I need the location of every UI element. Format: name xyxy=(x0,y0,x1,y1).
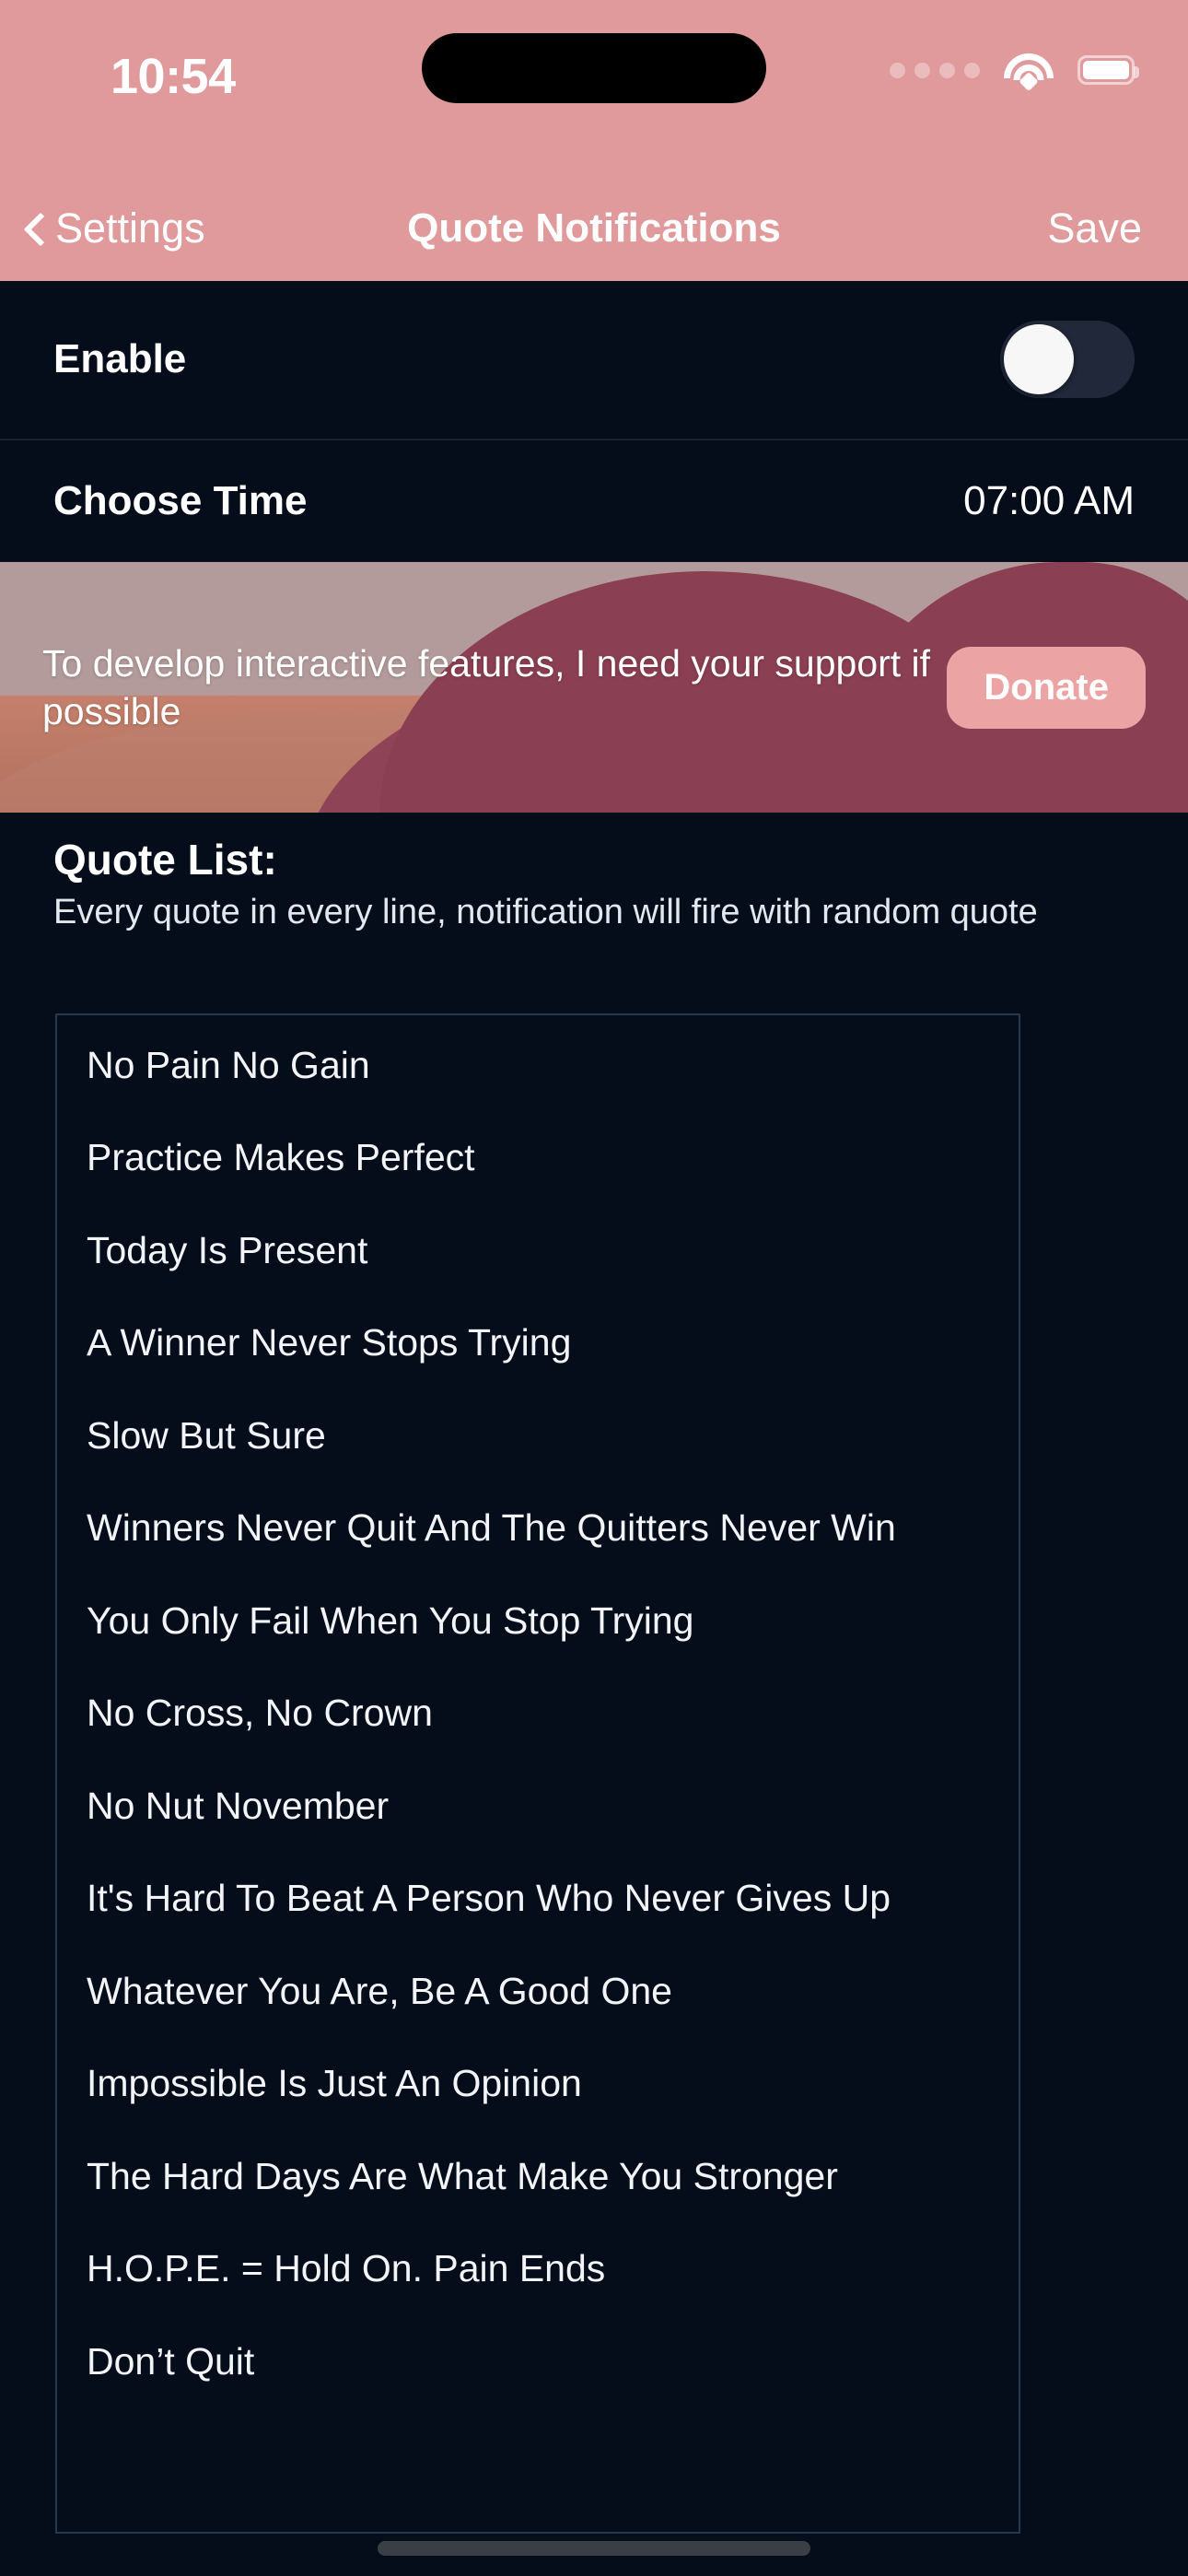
quote-line: Practice Makes Perfect xyxy=(87,1136,475,1179)
dynamic-island xyxy=(422,33,766,103)
quote-line: The Hard Days Are What Make You Stronger xyxy=(87,2154,838,2197)
quote-line: Whatever You Are, Be A Good One xyxy=(87,1969,672,2012)
wifi-icon xyxy=(1004,52,1054,92)
choose-time-label: Choose Time xyxy=(53,478,308,523)
quote-line: Winners Never Quit And The Quitters Neve… xyxy=(87,1506,896,1550)
quote-list-section: Quote List: Every quote in every line, n… xyxy=(0,813,1188,2576)
donate-banner[interactable]: To develop interactive features, I need … xyxy=(0,562,1188,813)
quote-line: No Nut November xyxy=(87,1784,390,1827)
quote-line: Today Is Present xyxy=(87,1228,368,1271)
status-bar-indicators xyxy=(890,52,1139,92)
quote-line: It's Hard To Beat A Person Who Never Giv… xyxy=(87,1877,891,1920)
home-indicator xyxy=(378,2541,810,2556)
quote-line: Don’t Quit xyxy=(87,2339,255,2383)
quote-line: H.O.P.E. = Hold On. Pain Ends xyxy=(87,2247,606,2290)
battery-full-icon xyxy=(1077,55,1139,85)
quote-line: No Pain No Gain xyxy=(87,1044,370,1086)
quote-line: Slow But Sure xyxy=(87,1413,326,1457)
save-button[interactable]: Save xyxy=(1047,175,1142,281)
choose-time-value[interactable]: 07:00 AM xyxy=(963,478,1135,524)
settings-row-enable[interactable]: Enable xyxy=(0,281,1188,438)
quote-list-subtitle: Every quote in every line, notification … xyxy=(53,893,1038,931)
toggle-knob xyxy=(1004,324,1074,394)
quote-list-textarea[interactable]: No Pain No Gain Practice Makes Perfect Tod… xyxy=(55,1013,1020,2534)
quote-line: You Only Fail When You Stop Trying xyxy=(87,1598,694,1642)
quote-list-heading: Quote List: xyxy=(53,836,277,884)
settings-row-choose-time[interactable]: Choose Time 07:00 AM xyxy=(0,439,1188,562)
status-bar-clock: 10:54 xyxy=(111,49,236,104)
donate-button[interactable]: Donate xyxy=(947,646,1146,729)
navigation-bar: Settings Quote Notifications Save xyxy=(0,175,1188,281)
page-title: Quote Notifications xyxy=(407,205,781,251)
quote-line: No Cross, No Crown xyxy=(87,1692,433,1735)
enable-label: Enable xyxy=(53,336,187,381)
status-bar: 10:54 xyxy=(0,0,1188,175)
quote-line: Impossible Is Just An Opinion xyxy=(87,2062,582,2105)
enable-toggle[interactable] xyxy=(1000,321,1135,398)
cellular-dots-icon xyxy=(890,62,980,78)
quote-line: A Winner Never Stops Trying xyxy=(87,1321,572,1364)
donate-message: To develop interactive features, I need … xyxy=(42,641,931,732)
app-screen: 10:54 Settings Quote Notifications Save xyxy=(0,0,1188,2576)
